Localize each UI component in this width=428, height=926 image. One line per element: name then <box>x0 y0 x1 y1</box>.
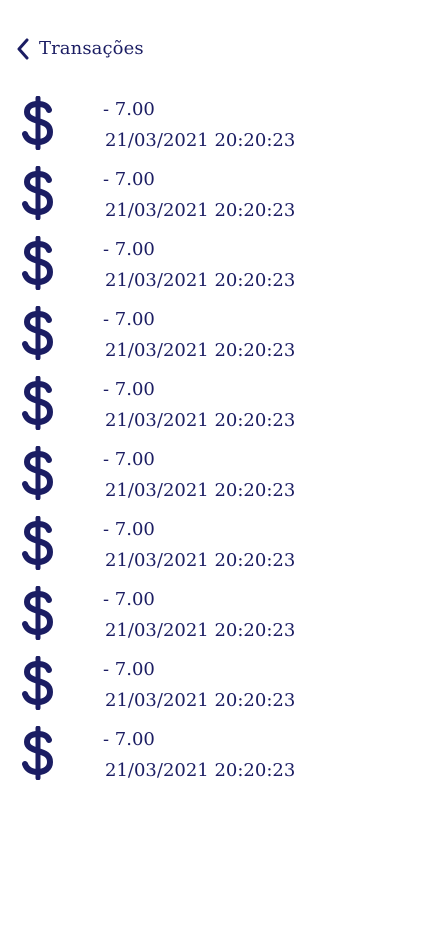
dollar-icon <box>21 235 55 291</box>
transaction-datetime: 21/03/2021 20:20:23 <box>105 480 296 501</box>
dollar-icon <box>21 305 55 361</box>
transaction-datetime: 21/03/2021 20:20:23 <box>105 690 296 711</box>
transaction-item[interactable]: - 7.00 21/03/2021 20:20:23 <box>0 372 428 442</box>
transaction-amount: - 7.00 <box>103 379 155 400</box>
transaction-amount: - 7.00 <box>103 519 155 540</box>
transaction-item[interactable]: - 7.00 21/03/2021 20:20:23 <box>0 512 428 582</box>
transaction-item[interactable]: - 7.00 21/03/2021 20:20:23 <box>0 302 428 372</box>
dollar-icon <box>21 725 55 781</box>
dollar-icon <box>21 445 55 501</box>
chevron-left-icon[interactable] <box>14 37 32 61</box>
transaction-datetime: 21/03/2021 20:20:23 <box>105 340 296 361</box>
transaction-item[interactable]: - 7.00 21/03/2021 20:20:23 <box>0 722 428 792</box>
transaction-amount: - 7.00 <box>103 729 155 750</box>
transaction-datetime: 21/03/2021 20:20:23 <box>105 270 296 291</box>
transaction-item[interactable]: - 7.00 21/03/2021 20:20:23 <box>0 232 428 302</box>
transaction-item[interactable]: - 7.00 21/03/2021 20:20:23 <box>0 162 428 232</box>
page-title: Transações <box>39 38 144 59</box>
dollar-icon <box>21 585 55 641</box>
transaction-item[interactable]: - 7.00 21/03/2021 20:20:23 <box>0 442 428 512</box>
dollar-icon <box>21 515 55 571</box>
transaction-item[interactable]: - 7.00 21/03/2021 20:20:23 <box>0 652 428 722</box>
transaction-amount: - 7.00 <box>103 449 155 470</box>
transaction-amount: - 7.00 <box>103 659 155 680</box>
transaction-datetime: 21/03/2021 20:20:23 <box>105 200 296 221</box>
transaction-datetime: 21/03/2021 20:20:23 <box>105 550 296 571</box>
dollar-icon <box>21 95 55 151</box>
transaction-amount: - 7.00 <box>103 239 155 260</box>
dollar-icon <box>21 655 55 711</box>
dollar-icon <box>21 165 55 221</box>
transaction-item[interactable]: - 7.00 21/03/2021 20:20:23 <box>0 92 428 162</box>
transaction-datetime: 21/03/2021 20:20:23 <box>105 620 296 641</box>
transaction-datetime: 21/03/2021 20:20:23 <box>105 760 296 781</box>
transaction-list: - 7.00 21/03/2021 20:20:23 - 7.00 21/03/… <box>0 92 428 792</box>
transaction-amount: - 7.00 <box>103 309 155 330</box>
transaction-amount: - 7.00 <box>103 589 155 610</box>
transaction-datetime: 21/03/2021 20:20:23 <box>105 130 296 151</box>
transaction-amount: - 7.00 <box>103 169 155 190</box>
transaction-datetime: 21/03/2021 20:20:23 <box>105 410 296 431</box>
transaction-amount: - 7.00 <box>103 99 155 120</box>
dollar-icon <box>21 375 55 431</box>
back-navigation[interactable]: Transações <box>14 36 144 62</box>
transaction-item[interactable]: - 7.00 21/03/2021 20:20:23 <box>0 582 428 652</box>
